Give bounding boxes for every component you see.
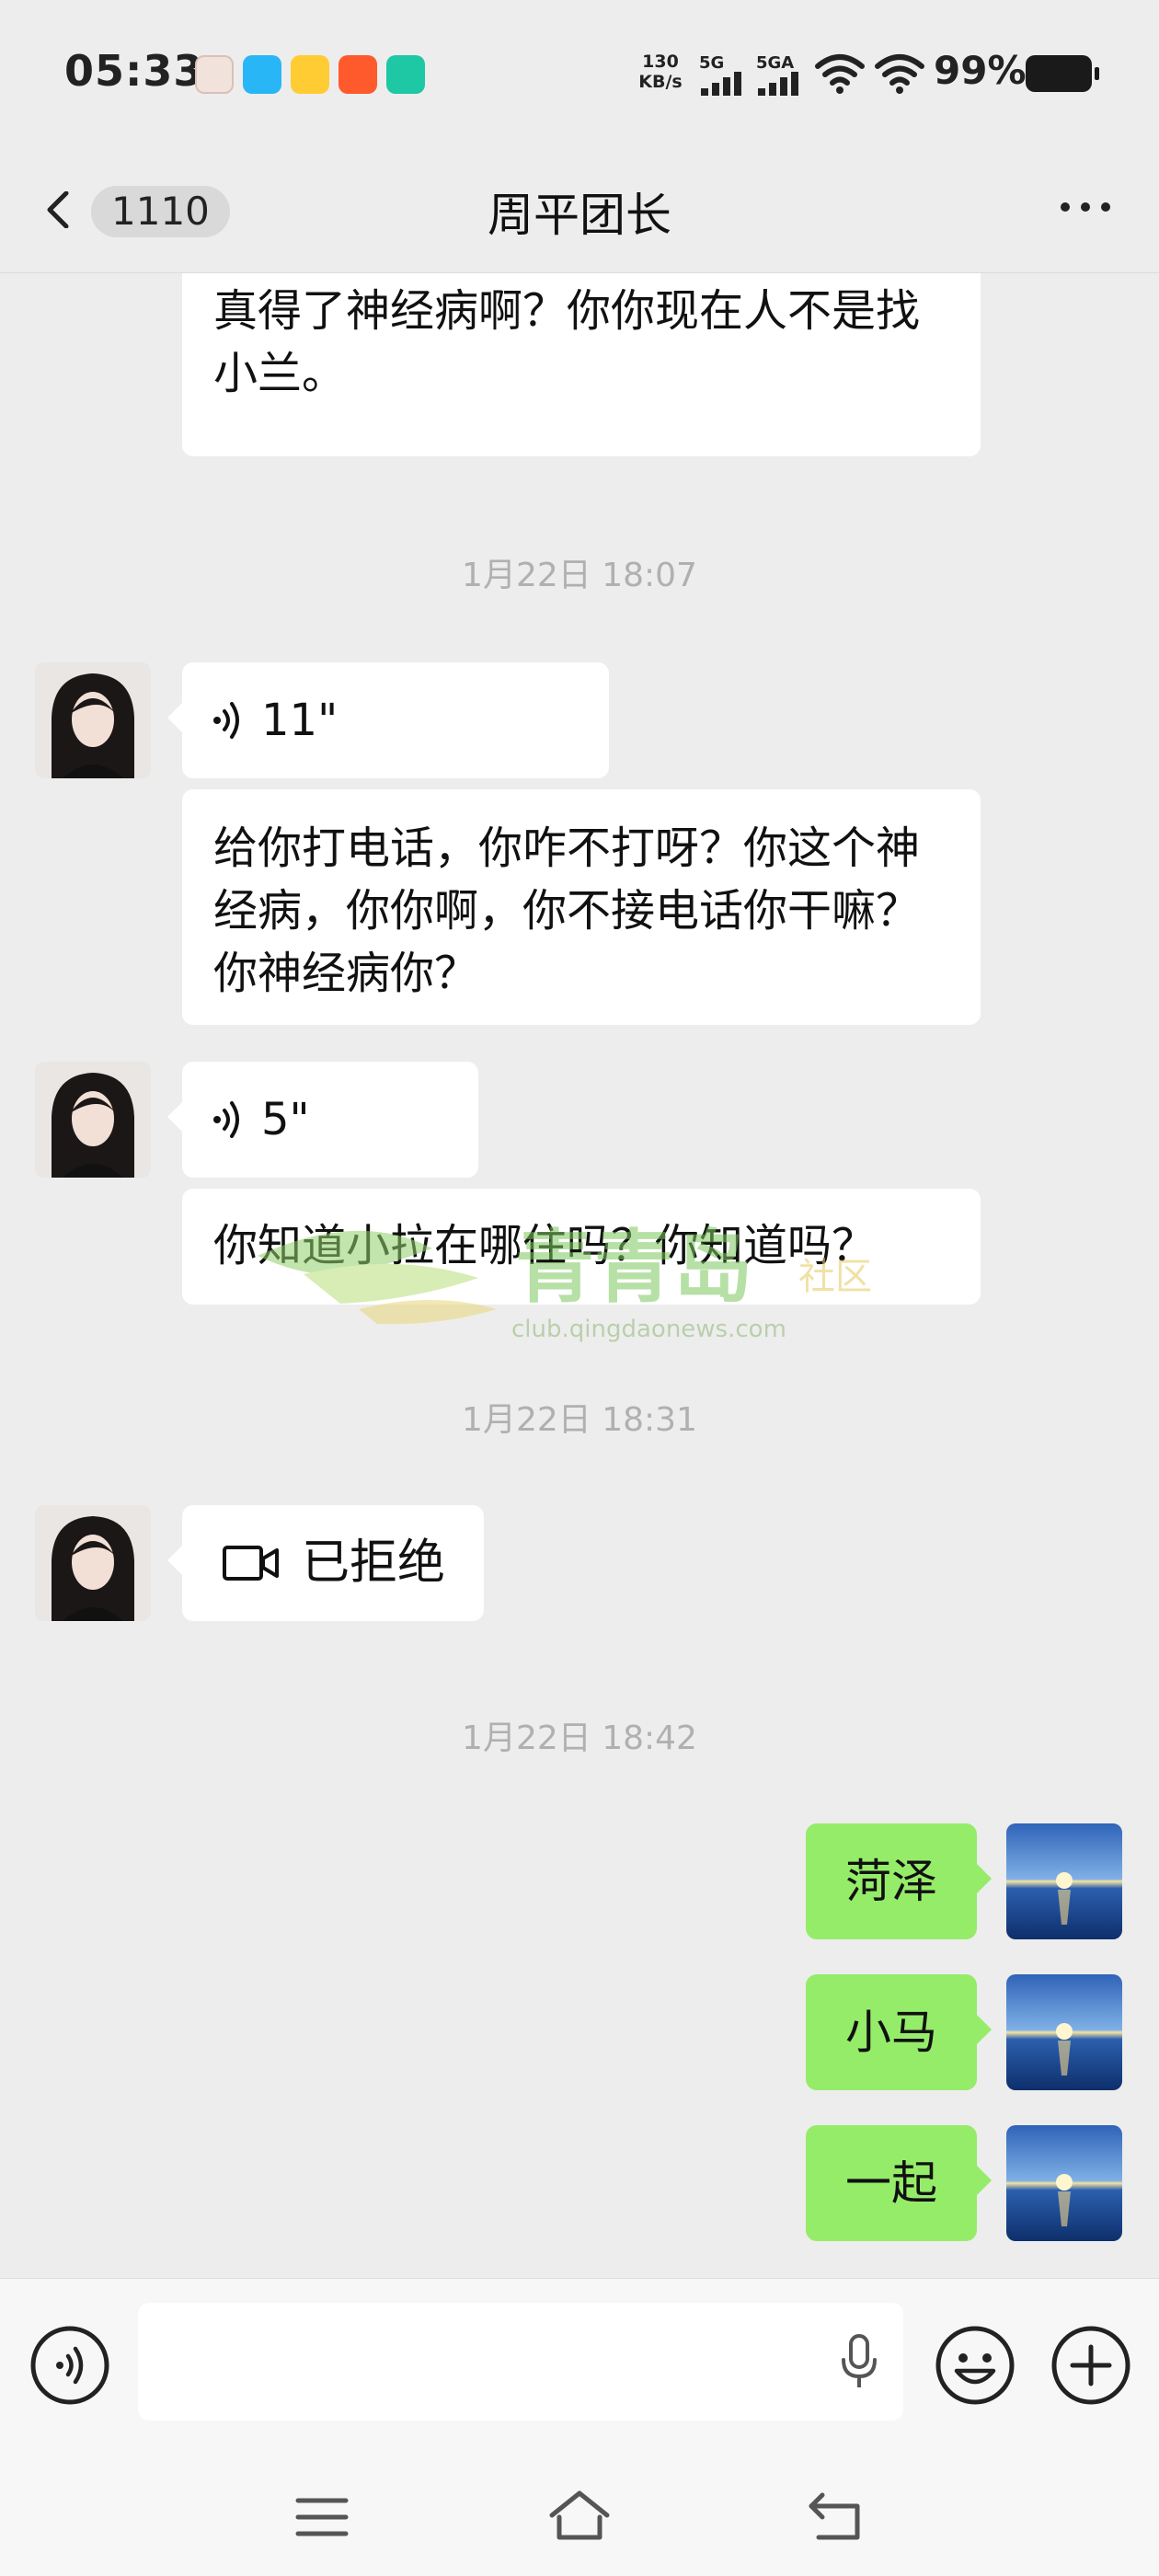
chat-header: 1110 周平团长 — [0, 147, 1159, 273]
more-dots-icon[interactable] — [1058, 193, 1113, 221]
message-bubble-text[interactable]: 么？你找小兰？你找周平干什么？你真得了神经病啊？你你现在人不是找小兰。 — [182, 272, 981, 456]
message-text: 菏泽 — [845, 1855, 937, 1908]
video-camera-icon — [223, 1546, 279, 1581]
self-avatar[interactable] — [1006, 1974, 1122, 2090]
status-time: 05:33 — [64, 46, 204, 96]
chat-title: 周平团长 — [488, 189, 671, 242]
wifi-icon — [815, 54, 865, 94]
message-list[interactable]: 么？你找小兰？你找周平干什么？你真得了神经病啊？你你现在人不是找小兰。 1月22… — [0, 272, 1159, 2278]
message-bubble-text[interactable]: 你知道小拉在哪住吗？你知道吗？ — [182, 1189, 981, 1305]
signal-bars-icon — [701, 72, 741, 96]
contact-avatar[interactable] — [35, 1062, 151, 1178]
sent-message-bubble[interactable]: 小马 — [806, 1974, 992, 2090]
microphone-icon[interactable] — [839, 2334, 879, 2389]
wifi-icon — [875, 54, 924, 94]
message-text: 么？你找小兰？你找周平干什么？你真得了神经病啊？你你现在人不是找小兰。 — [213, 272, 921, 399]
signal-bars-icon — [758, 72, 798, 96]
sent-message-bubble[interactable]: 菏泽 — [806, 1823, 992, 1939]
message-text: 你知道小拉在哪住吗？你知道吗？ — [213, 1220, 877, 1271]
network-speed: 130 KB/s — [635, 52, 686, 92]
self-avatar[interactable] — [1006, 2125, 1122, 2241]
plus-icon[interactable] — [1050, 2325, 1131, 2406]
grid-app-icon — [339, 55, 377, 94]
voice-duration: 5" — [261, 1094, 310, 1145]
menu-icon[interactable] — [285, 2480, 359, 2554]
message-bubble-text[interactable]: 给你打电话，你咋不打呀？你这个神经病，你你啊，你不接电话你干嘛？你神经病你？ — [182, 789, 981, 1025]
network-speed-unit: KB/s — [638, 72, 683, 92]
voice-wave-icon — [213, 1101, 239, 1138]
message-timestamp: 1月22日 18:31 — [462, 1401, 697, 1439]
notification-icons — [195, 55, 425, 94]
contact-avatar[interactable] — [35, 1505, 151, 1621]
message-timestamp: 1月22日 18:07 — [462, 557, 697, 594]
message-timestamp: 1月22日 18:42 — [462, 1719, 697, 1757]
message-input-bar — [0, 2278, 1159, 2463]
video-call-bubble[interactable]: 已拒绝 — [167, 1505, 484, 1621]
message-input[interactable] — [138, 2303, 903, 2421]
message-text: 小马 — [845, 2006, 937, 2059]
battery-percent: 99% — [934, 48, 1027, 93]
self-avatar[interactable] — [1006, 1823, 1122, 1939]
emoji-icon[interactable] — [935, 2325, 1016, 2406]
cartoon-app-icon — [291, 55, 329, 94]
green-app-icon — [386, 55, 425, 94]
voice-toggle-icon[interactable] — [29, 2325, 110, 2406]
message-text: 给你打电话，你咋不打呀？你这个神经病，你你啊，你不接电话你干嘛？你神经病你？ — [213, 822, 921, 999]
contact-avatar[interactable] — [35, 662, 151, 778]
back-icon[interactable] — [800, 2480, 874, 2554]
sent-message-bubble[interactable]: 一起 — [806, 2125, 992, 2241]
network-speed-value: 130 — [642, 52, 679, 72]
voice-message-bubble[interactable]: 5" — [167, 1062, 478, 1178]
call-status: 已拒绝 — [302, 1535, 446, 1591]
home-icon[interactable] — [543, 2480, 616, 2554]
system-navigation-bar — [0, 2462, 1159, 2576]
avatar-app-icon — [195, 55, 234, 94]
voice-message-bubble[interactable]: 11" — [167, 662, 609, 778]
battery-icon — [1026, 55, 1099, 92]
qq-icon — [243, 55, 281, 94]
message-text: 一起 — [845, 2156, 937, 2210]
voice-wave-icon — [213, 702, 239, 739]
status-bar: 05:33 130 KB/s 5G 5GA 99% — [0, 0, 1159, 147]
voice-duration: 11" — [261, 695, 339, 746]
